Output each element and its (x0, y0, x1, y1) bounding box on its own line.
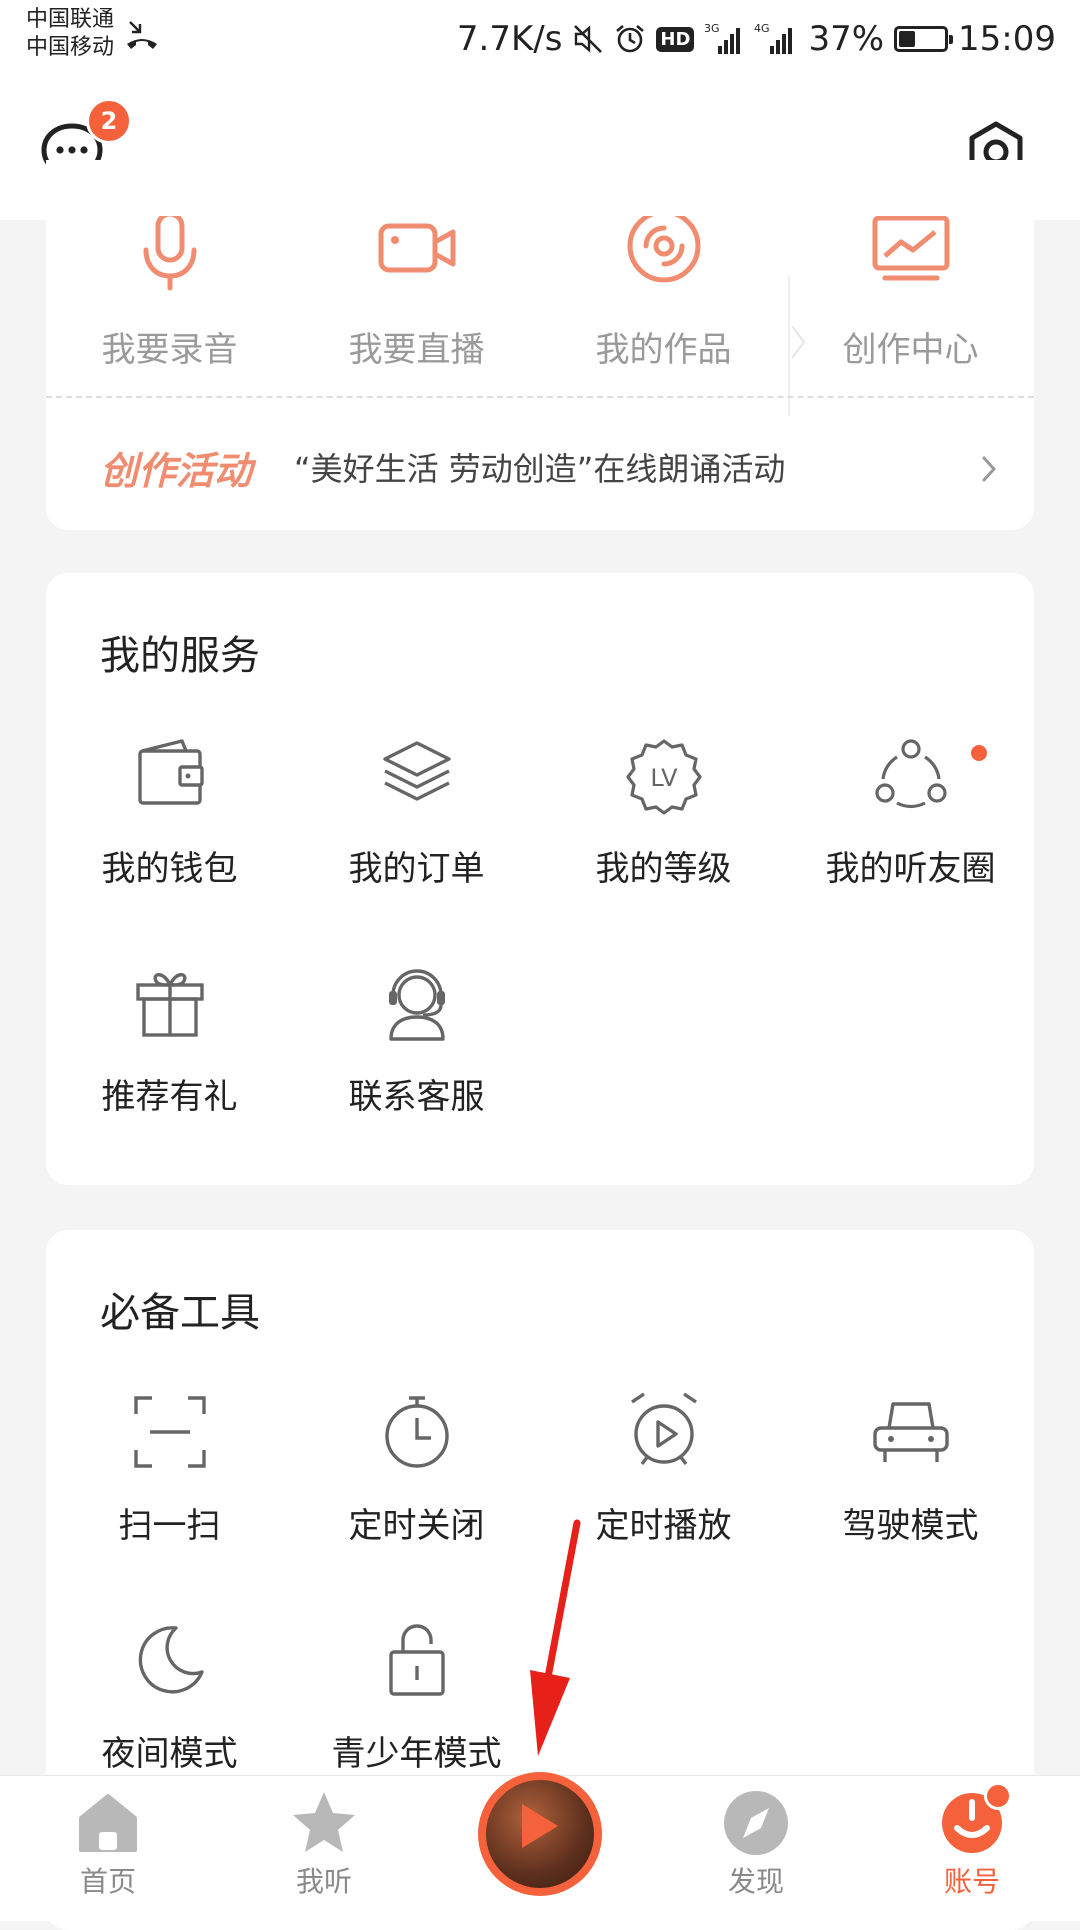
lock-icon (388, 1624, 445, 1696)
play-icon (522, 1804, 558, 1848)
svg-text:3G: 3G (704, 22, 720, 35)
service-orders[interactable]: 我的订单 (293, 735, 540, 890)
create-label: 我的作品 (595, 330, 732, 370)
microphone-icon (143, 216, 196, 291)
chart-board-icon (872, 216, 949, 281)
headset-icon (388, 969, 445, 1041)
service-level[interactable]: LV 我的等级 (540, 735, 787, 890)
hd-badge: HD (656, 26, 695, 52)
create-record-button[interactable]: 我要录音 (46, 216, 293, 371)
service-label: 联系客服 (348, 1077, 485, 1117)
scan-icon (133, 1396, 206, 1468)
new-dot (971, 745, 987, 761)
battery-percent: 37% (808, 19, 885, 59)
tool-scan[interactable]: 扫一扫 (46, 1392, 293, 1547)
clock: 15:09 (958, 19, 1056, 59)
player-play-button[interactable] (478, 1772, 602, 1896)
create-label: 我要录音 (101, 330, 238, 370)
tool-label: 驾驶模式 (842, 1506, 979, 1546)
tool-label: 夜间模式 (101, 1734, 238, 1774)
tool-label: 扫一扫 (118, 1506, 221, 1546)
signal-4g-icon: 4G (754, 22, 793, 54)
home-icon (79, 1794, 137, 1852)
tools-title: 必备工具 (100, 1290, 260, 1336)
video-camera-icon (378, 223, 455, 273)
disc-icon (627, 216, 700, 283)
tool-sleep-timer[interactable]: 定时关闭 (293, 1392, 540, 1547)
create-live-button[interactable]: 我要直播 (293, 216, 540, 371)
tool-driving-mode[interactable]: 驾驶模式 (787, 1392, 1034, 1547)
level-badge-icon: LV (625, 739, 702, 815)
tab-account[interactable]: 账号 (892, 1776, 1052, 1921)
tab-home[interactable]: 首页 (28, 1776, 188, 1921)
create-center-button[interactable]: 创作中心 (787, 216, 1034, 371)
tab-label: 发现 (727, 1865, 784, 1898)
mute-icon (574, 25, 603, 53)
creation-activity-row[interactable]: 创作活动 “美好生活 劳动创造”在线朗诵活动 (46, 420, 1034, 510)
alarm-play-icon (630, 1392, 697, 1466)
service-label: 我的订单 (348, 849, 485, 889)
activity-tag: 创作活动 (100, 449, 253, 493)
compass-icon (724, 1791, 788, 1855)
tool-night-mode[interactable]: 夜间模式 (46, 1620, 293, 1775)
tool-label: 定时关闭 (348, 1506, 485, 1546)
tab-label: 首页 (79, 1865, 136, 1898)
battery-icon (894, 26, 954, 52)
service-label: 我的听友圈 (825, 849, 996, 889)
svg-text:4G: 4G (754, 22, 770, 35)
signal-3g-icon: 3G (704, 22, 741, 54)
message-badge: 2 (86, 98, 132, 144)
moon-icon (138, 1626, 204, 1694)
wallet-icon (137, 739, 204, 805)
dashed-divider (46, 396, 1034, 398)
status-bar: 中国联通 中国移动 7.7K/s HD 3G 4G 37% 15:09 (0, 0, 1080, 80)
service-label: 推荐有礼 (101, 1077, 238, 1117)
net-speed: 7.7K/s (456, 19, 563, 59)
tab-listen[interactable]: 我听 (244, 1776, 404, 1921)
tool-label: 定时播放 (595, 1506, 732, 1546)
level-text: LV (650, 764, 678, 792)
create-label: 我要直播 (348, 330, 485, 370)
bottom-tab-bar: 首页 我听 发现 账号 (0, 1772, 1080, 1921)
carrier-info: 中国联通 中国移动 (26, 6, 114, 62)
timer-icon (384, 1396, 449, 1468)
tool-scheduled-play[interactable]: 定时播放 (540, 1392, 787, 1547)
tab-discover[interactable]: 发现 (676, 1776, 836, 1921)
tab-label: 账号 (943, 1865, 1000, 1898)
services-title: 我的服务 (100, 633, 260, 679)
create-works-button[interactable]: 我的作品 (540, 216, 787, 371)
activity-text: “美好生活 劳动创造”在线朗诵活动 (294, 450, 786, 488)
account-badge-dot (984, 1782, 1012, 1810)
status-right: 7.7K/s HD 3G 4G 37% 15:09 (457, 14, 1056, 64)
service-label: 我的钱包 (101, 849, 238, 889)
service-wallet[interactable]: 我的钱包 (46, 735, 293, 890)
create-card: 我要录音 我要直播 我的作品 创作中心 创作活动 “美好生活 劳动创造”在线朗诵… (46, 160, 1034, 530)
service-customer-support[interactable]: 联系客服 (293, 963, 540, 1118)
friends-circle-icon (874, 739, 947, 808)
service-referral[interactable]: 推荐有礼 (46, 963, 293, 1118)
chevron-right-icon (982, 456, 996, 482)
alarm-icon (616, 25, 645, 53)
tab-label: 我听 (295, 1865, 352, 1898)
car-icon (872, 1402, 949, 1462)
gift-icon (135, 973, 204, 1037)
service-label: 我的等级 (595, 849, 732, 889)
service-friend-circle[interactable]: 我的听友圈 (787, 735, 1034, 890)
create-label: 创作中心 (842, 330, 979, 370)
tool-label: 青少年模式 (331, 1734, 502, 1774)
star-icon (293, 1792, 355, 1852)
layers-icon (382, 741, 451, 801)
carrier-2: 中国移动 (26, 35, 115, 60)
tool-teen-mode[interactable]: 青少年模式 (293, 1620, 540, 1775)
carrier-1: 中国联通 (26, 7, 115, 32)
missed-call-icon (127, 21, 157, 49)
services-card: 我的服务 我的钱包 我的订单 LV 我的等级 我的听友圈 推荐有礼 联系客服 (46, 573, 1034, 1185)
